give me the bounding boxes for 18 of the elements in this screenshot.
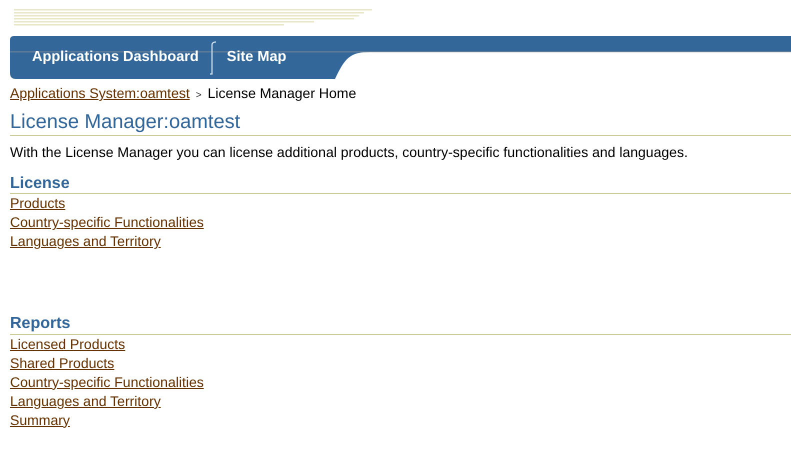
nav-link[interactable]: Country-specific Functionalities bbox=[10, 213, 204, 232]
nav-link[interactable]: Languages and Territory bbox=[10, 392, 161, 411]
nav-link[interactable]: Country-specific Functionalities bbox=[10, 372, 204, 392]
nav-link[interactable]: Summary bbox=[10, 410, 70, 430]
nav-link[interactable]: Products bbox=[10, 194, 66, 214]
nav-link[interactable]: Licensed Products bbox=[10, 334, 126, 354]
nav-link[interactable]: Languages and Territory bbox=[10, 232, 161, 252]
breadcrumb-separator: > bbox=[196, 90, 202, 101]
breadcrumb-link[interactable]: Applications System:oamtest bbox=[10, 85, 190, 101]
tab-separator bbox=[208, 40, 217, 74]
description-text: With the License Manager you can license additional products, country-specific functionalities and languages. bbox=[10, 143, 689, 162]
section-heading: Reports bbox=[10, 315, 791, 335]
nav-tab[interactable]: Site Map bbox=[216, 42, 296, 72]
page-title: License Manager:oamtest bbox=[10, 110, 791, 136]
breadcrumb-current: License Manager Home bbox=[208, 85, 356, 101]
nav-link[interactable]: Shared Products bbox=[10, 354, 114, 373]
nav-tab[interactable]: Applications Dashboard bbox=[22, 42, 209, 72]
section-heading: License bbox=[10, 175, 791, 194]
